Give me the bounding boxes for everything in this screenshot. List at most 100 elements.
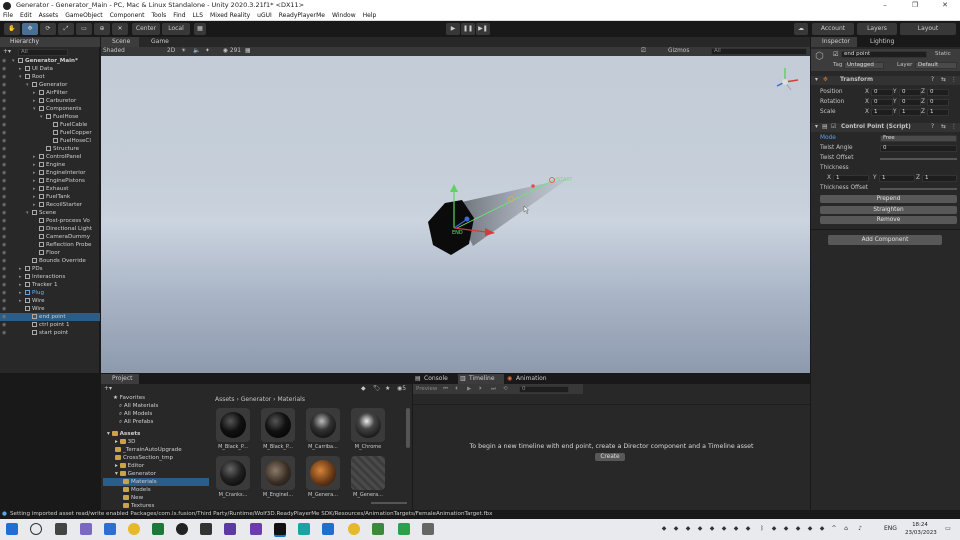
teams-icon[interactable] xyxy=(80,523,92,535)
app-icon[interactable] xyxy=(372,523,384,535)
visibility-eye-icon[interactable]: ◉ xyxy=(2,121,6,129)
github-icon[interactable] xyxy=(176,523,188,535)
visibility-eye-icon[interactable]: ◉ xyxy=(2,209,6,217)
visibility-eye-icon[interactable]: ◉ xyxy=(2,313,6,321)
start-icon[interactable] xyxy=(6,523,18,535)
hierarchy-item[interactable]: ◉ start point xyxy=(0,329,100,337)
tab-lighting[interactable]: Lighting xyxy=(859,37,903,47)
hierarchy-item[interactable]: ◉ Post-process Vo xyxy=(0,217,100,225)
tray-expand-icon[interactable]: ^ xyxy=(830,525,838,533)
visibility-eye-icon[interactable]: ◉ xyxy=(2,201,6,209)
teams-app-icon[interactable] xyxy=(250,523,262,535)
straighten-button[interactable]: Straighten xyxy=(820,206,957,214)
favorites-item[interactable]: ⌕ All Models xyxy=(103,410,211,418)
project-folder[interactable]: New xyxy=(103,494,211,502)
tray-icon[interactable]: ◆ xyxy=(770,525,778,533)
menu-assets[interactable]: Assets xyxy=(39,11,59,20)
menu-file[interactable]: File xyxy=(3,11,13,20)
visibility-eye-icon[interactable]: ◉ xyxy=(2,257,6,265)
object-name-field[interactable]: end point xyxy=(841,51,927,58)
app-icon[interactable] xyxy=(398,523,410,535)
presets-icon[interactable]: ⇆ xyxy=(941,123,946,132)
tray-icon[interactable]: ◆ xyxy=(696,525,704,533)
first-frame-icon[interactable]: ⏮ xyxy=(443,384,448,394)
project-folder[interactable]: ▾ Assets xyxy=(103,430,211,438)
thickness-offset-curve[interactable] xyxy=(880,188,957,190)
help-icon[interactable]: ? xyxy=(931,76,934,85)
tray-icon[interactable]: ◆ xyxy=(818,525,826,533)
static-toggle[interactable]: Static xyxy=(935,50,951,59)
transform-y-field[interactable]: 1 xyxy=(899,109,921,116)
visibility-eye-icon[interactable]: ◉ xyxy=(2,137,6,145)
hierarchy-item[interactable]: ◉ Wire xyxy=(0,305,100,313)
hierarchy-item[interactable]: ◉ ▾ Generator xyxy=(0,81,100,89)
close-button[interactable]: ✕ xyxy=(930,0,960,11)
hierarchy-item[interactable]: ◉ ▾ Generator_Main* xyxy=(0,57,100,65)
visibility-eye-icon[interactable]: ◉ xyxy=(2,185,6,193)
hierarchy-item[interactable]: ◉ ▸ Tracker 1 xyxy=(0,281,100,289)
thickness-z-field[interactable]: 1 xyxy=(922,175,957,182)
rotate-tool-icon[interactable]: ⟳ xyxy=(40,23,56,35)
visibility-eye-icon[interactable]: ◉ xyxy=(2,81,6,89)
move-gizmo-y-arrow[interactable] xyxy=(450,184,458,192)
hand-tool-icon[interactable]: ✋ xyxy=(4,23,20,35)
material-asset[interactable]: M_Cranks... xyxy=(213,456,253,498)
pause-button[interactable]: ❚❚ xyxy=(461,23,475,35)
menu-find[interactable]: Find xyxy=(173,11,185,20)
hierarchy-item[interactable]: ◉ ▸ Exhaust xyxy=(0,185,100,193)
control-point-header[interactable]: ▾ ▤ ☑ Control Point (Script) ? ⇆ ⋮ xyxy=(811,123,960,132)
menu-readyplayerme[interactable]: ReadyPlayerMe xyxy=(279,11,325,20)
visibility-eye-icon[interactable]: ◉ xyxy=(2,57,6,65)
hierarchy-item[interactable]: ◉ ▸ Engine xyxy=(0,161,100,169)
tag-dropdown[interactable]: Untagged xyxy=(844,62,884,69)
hierarchy-item[interactable]: ◉ ▸ Carburetor xyxy=(0,97,100,105)
menu-component[interactable]: Component xyxy=(110,11,145,20)
thickness-y-field[interactable]: 1 xyxy=(879,175,915,182)
breadcrumb-assets[interactable]: Assets xyxy=(215,396,235,403)
transform-x-field[interactable]: 0 xyxy=(871,99,893,106)
tray-icon[interactable]: ◆ xyxy=(794,525,802,533)
hierarchy-item[interactable]: ◉ ▸ ControlPanel xyxy=(0,153,100,161)
favorites-item[interactable]: ★ Favorites xyxy=(103,394,211,402)
material-asset[interactable]: M_Black_P... xyxy=(213,408,253,450)
hierarchy-item[interactable]: ◉ ▸ PDs xyxy=(0,265,100,273)
hierarchy-item[interactable]: ◉ ▸ RecoilStarter xyxy=(0,201,100,209)
volume-icon[interactable]: ♪ xyxy=(856,525,864,533)
cloud-icon[interactable]: ☁ xyxy=(794,23,808,35)
filter-type-icon[interactable]: ◆ xyxy=(361,384,366,394)
project-folder[interactable]: ▸ 3D xyxy=(103,438,211,446)
transform-x-field[interactable]: 0 xyxy=(871,89,893,96)
tab-project[interactable]: Project xyxy=(101,374,139,384)
project-folder[interactable]: CrossSection_tmp xyxy=(103,454,211,462)
transform-z-field[interactable]: 1 xyxy=(927,109,949,116)
visibility-eye-icon[interactable]: ◉ xyxy=(2,65,6,73)
menu-edit[interactable]: Edit xyxy=(20,11,32,20)
hierarchy-item[interactable]: ◉ end point xyxy=(0,313,100,321)
hierarchy-item[interactable]: ◉ ▸ AirFilter xyxy=(0,89,100,97)
visibility-eye-icon[interactable]: ◉ xyxy=(2,129,6,137)
gizmos-dropdown[interactable]: Gizmos xyxy=(668,47,689,56)
add-component-button[interactable]: Add Component xyxy=(828,235,942,245)
move-tool-icon[interactable]: ✥ xyxy=(22,23,38,35)
visibility-eye-icon[interactable]: ◉ xyxy=(2,265,6,273)
visibility-eye-icon[interactable]: ◉ xyxy=(2,169,6,177)
menu-lls[interactable]: LLS xyxy=(193,11,204,20)
menu-ugui[interactable]: uGUI xyxy=(257,11,272,20)
visibility-eye-icon[interactable]: ◉ xyxy=(2,321,6,329)
visibility-eye-icon[interactable]: ◉ xyxy=(2,297,6,305)
chrome-icon[interactable] xyxy=(128,523,140,535)
hierarchy-item[interactable]: ◉ Directional Light xyxy=(0,225,100,233)
material-asset[interactable]: M_Chrome xyxy=(348,408,388,450)
twist-angle-field[interactable]: 0 xyxy=(880,145,957,152)
visibility-eye-icon[interactable]: ◉ xyxy=(2,97,6,105)
visibility-eye-icon[interactable]: ◉ xyxy=(2,305,6,313)
foldout-arrow-icon[interactable]: ▸ xyxy=(115,463,120,469)
last-frame-icon[interactable]: ⏭ xyxy=(491,384,496,394)
menu-mixed-reality[interactable]: Mixed Reality xyxy=(210,11,250,20)
foldout-arrow-icon[interactable]: ▸ xyxy=(115,439,120,445)
prepend-button[interactable]: Prepend xyxy=(820,195,957,203)
task-view-icon[interactable] xyxy=(55,523,67,535)
grid-snap-icon[interactable]: ▦ xyxy=(194,23,206,35)
create-icon[interactable]: +▾ xyxy=(104,384,112,394)
visibility-eye-icon[interactable]: ◉ xyxy=(2,241,6,249)
